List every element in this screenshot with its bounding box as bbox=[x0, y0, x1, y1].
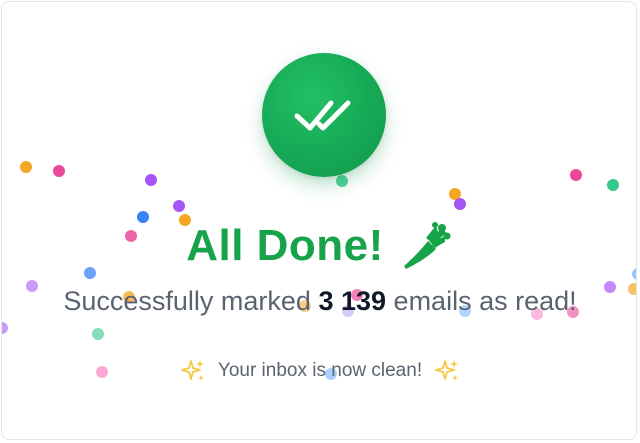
title-row: All Done! bbox=[2, 214, 636, 278]
message-suffix: emails as read! bbox=[393, 286, 577, 316]
success-check-badge bbox=[262, 53, 386, 177]
confetti-dot bbox=[336, 175, 348, 187]
confetti-dot bbox=[607, 179, 619, 191]
clean-message-row: Your inbox is now clean! bbox=[2, 356, 636, 386]
confetti-dot bbox=[454, 198, 466, 210]
sparkle-icon bbox=[180, 360, 204, 381]
success-title: All Done! bbox=[186, 221, 384, 270]
sparkle-icon bbox=[435, 360, 459, 381]
confetti-dot bbox=[173, 200, 185, 212]
confetti-dot bbox=[570, 169, 582, 181]
confetti-dot bbox=[2, 322, 8, 334]
confetti-dot bbox=[20, 161, 32, 173]
success-message: Successfully marked 3 139 emails as read… bbox=[2, 286, 636, 317]
completion-card: All Done! Successfully marked 3 139 emai… bbox=[1, 1, 637, 440]
inbox-clean-text: Your inbox is now clean! bbox=[217, 360, 423, 381]
broom-icon bbox=[403, 222, 451, 269]
confetti-dot bbox=[92, 328, 104, 340]
double-check-icon bbox=[294, 100, 351, 131]
confetti-dot bbox=[53, 165, 65, 177]
emails-count: 3 139 bbox=[318, 286, 387, 316]
confetti-dot bbox=[449, 188, 461, 200]
message-prefix: Successfully marked bbox=[63, 286, 311, 316]
confetti-dot bbox=[145, 174, 157, 186]
